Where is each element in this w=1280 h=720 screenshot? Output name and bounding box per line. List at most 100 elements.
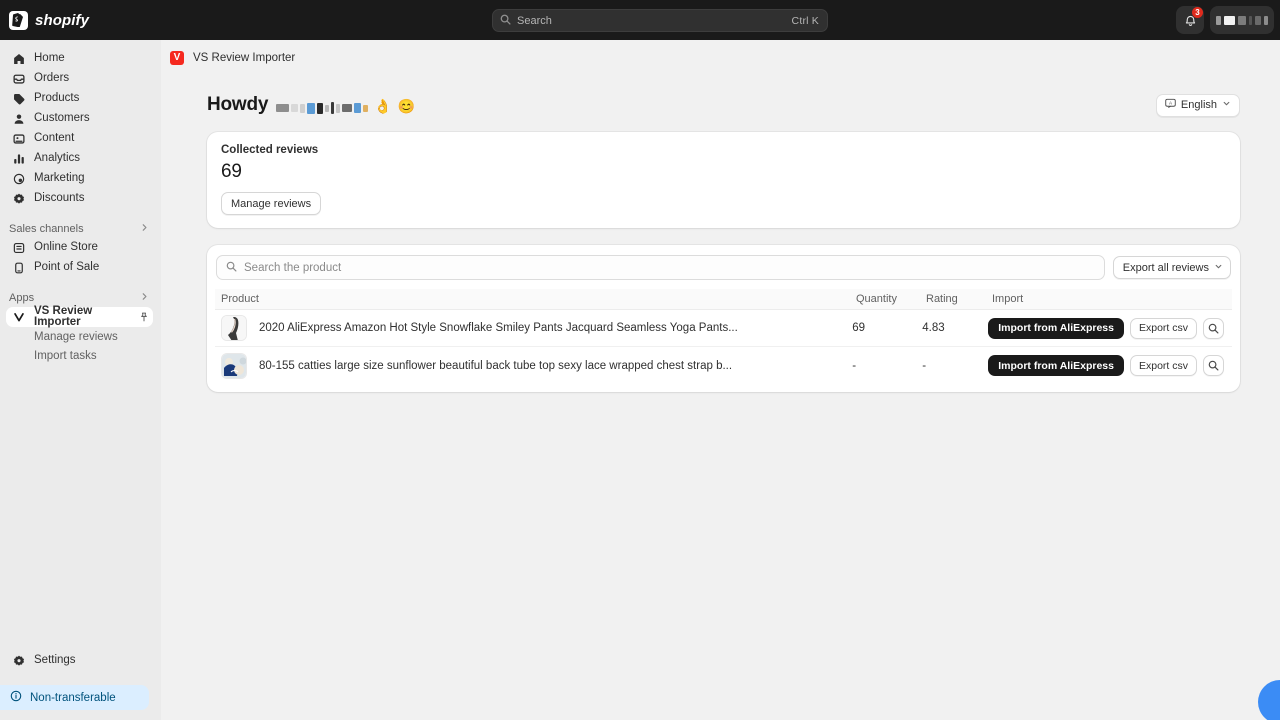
sidebar-item-label: Settings bbox=[34, 654, 76, 667]
sidebar-item-label: VS Review Importer bbox=[34, 304, 93, 328]
non-transferable-label: Non-transferable bbox=[30, 691, 116, 704]
sidebar-item-marketing[interactable]: Marketing bbox=[6, 169, 153, 189]
export-csv-button[interactable]: Export csv bbox=[1129, 317, 1197, 339]
row-actions: Import from AliExpress Export csv bbox=[988, 317, 1224, 339]
sidebar-item-label: Analytics bbox=[34, 152, 81, 165]
sidebar-section-sales-channels[interactable]: Sales channels bbox=[9, 223, 149, 235]
sidebar-item-label: Customers bbox=[34, 112, 90, 125]
vs-review-importer-app-icon: V bbox=[170, 50, 184, 65]
language-label: English bbox=[1180, 99, 1217, 111]
page-body: Howdy 👌 😊 A English Collected reviews 69… bbox=[161, 92, 1280, 392]
product-rating: 4.83 bbox=[922, 322, 945, 334]
sidebar-item-analytics[interactable]: Analytics bbox=[6, 149, 153, 169]
sidebar-item-settings[interactable]: Settings bbox=[6, 651, 153, 671]
product-rating: - bbox=[922, 359, 927, 372]
chevron-right-icon bbox=[140, 223, 149, 235]
pin-icon[interactable] bbox=[139, 312, 149, 322]
chat-bubble-icon[interactable] bbox=[1258, 680, 1280, 720]
product-title: 80-155 catties large size sunflower beau… bbox=[259, 359, 733, 372]
breadcrumb-label: VS Review Importer bbox=[193, 51, 296, 64]
shopify-brand[interactable]: shopify bbox=[0, 10, 200, 30]
store-user-chip[interactable] bbox=[1210, 6, 1274, 34]
sidebar-item-point-of-sale[interactable]: Point of Sale bbox=[6, 258, 153, 278]
content-icon bbox=[12, 133, 26, 145]
sidebar-item-customers[interactable]: Customers bbox=[6, 109, 153, 129]
sidebar-item-label: Marketing bbox=[34, 172, 85, 185]
greeting-text: Howdy bbox=[207, 94, 269, 115]
notification-count-badge: 3 bbox=[1192, 7, 1203, 18]
chevron-down-icon bbox=[1214, 262, 1223, 274]
page-title: Howdy 👌 😊 bbox=[207, 94, 415, 116]
column-header-rating: Rating bbox=[926, 293, 958, 305]
product-quantity: - bbox=[852, 359, 857, 372]
sidebar-subitem-import-tasks[interactable]: Import tasks bbox=[6, 346, 153, 365]
gear-icon bbox=[12, 655, 26, 667]
yoga-pants-thumbnail bbox=[221, 315, 247, 341]
point-of-sale-icon bbox=[12, 262, 26, 274]
sidebar-item-products[interactable]: Products bbox=[6, 89, 153, 109]
online-store-icon bbox=[12, 242, 26, 254]
chest-strap-thumbnail bbox=[221, 352, 247, 379]
sidebar-section-title: Sales channels bbox=[9, 223, 84, 235]
product-title: 2020 AliExpress Amazon Hot Style Snowfla… bbox=[259, 322, 738, 334]
sidebar-item-orders[interactable]: Orders bbox=[6, 69, 153, 89]
shopify-wordmark: shopify bbox=[35, 11, 90, 29]
table-row[interactable]: 80-155 catties large size sunflower beau… bbox=[215, 347, 1232, 384]
emoji-smile: 😊 bbox=[397, 98, 415, 114]
chevron-right-icon bbox=[140, 292, 149, 304]
sidebar-section-title: Apps bbox=[9, 292, 35, 304]
language-selector[interactable]: A English bbox=[1155, 93, 1240, 117]
info-circle-icon bbox=[10, 690, 22, 705]
sidebar-item-label: Online Store bbox=[34, 241, 98, 254]
global-search[interactable]: Search Ctrl K bbox=[492, 9, 828, 32]
products-tag-icon bbox=[12, 93, 26, 105]
export-all-reviews-button[interactable]: Export all reviews bbox=[1112, 256, 1231, 279]
sidebar-subitem-label: Import tasks bbox=[34, 349, 97, 362]
main-content: V VS Review Importer Howdy 👌 😊 A English… bbox=[161, 40, 1280, 720]
table-header-row: Product Quantity Rating Import bbox=[215, 289, 1232, 310]
sidebar-item-label: Orders bbox=[34, 72, 70, 85]
manage-reviews-button[interactable]: Manage reviews bbox=[221, 192, 322, 215]
product-search-input[interactable]: Search the product bbox=[216, 255, 1105, 280]
table-toolbar: Search the product Export all reviews bbox=[215, 255, 1232, 280]
non-transferable-notice[interactable]: Non-transferable bbox=[0, 685, 149, 710]
preview-search-button[interactable] bbox=[1203, 355, 1224, 376]
column-header-product: Product bbox=[221, 293, 259, 305]
sidebar-item-home[interactable]: Home bbox=[6, 49, 153, 69]
notifications-button[interactable]: 3 bbox=[1176, 6, 1204, 34]
export-csv-button[interactable]: Export csv bbox=[1129, 355, 1197, 376]
sidebar-item-vs-review-importer[interactable]: VS Review Importer bbox=[6, 304, 153, 328]
sidebar-subitem-manage-reviews[interactable]: Manage reviews bbox=[6, 327, 153, 346]
search-icon bbox=[500, 12, 511, 30]
search-icon bbox=[226, 259, 237, 277]
sidebar-bottom: Settings Non-transferable bbox=[0, 651, 161, 720]
preview-search-button[interactable] bbox=[1203, 317, 1224, 339]
import-from-aliexpress-button[interactable]: Import from AliExpress bbox=[988, 355, 1124, 376]
top-bar-actions: 3 bbox=[1176, 0, 1274, 40]
sidebar-section-apps[interactable]: Apps bbox=[9, 292, 149, 304]
greeting-row: Howdy 👌 😊 A English bbox=[207, 92, 1240, 118]
language-icon: A bbox=[1165, 98, 1176, 112]
sidebar-item-content[interactable]: Content bbox=[6, 129, 153, 149]
breadcrumb: V VS Review Importer bbox=[161, 40, 1280, 68]
row-actions: Import from AliExpress Export csv bbox=[988, 355, 1224, 376]
sidebar-item-label: Products bbox=[34, 92, 80, 105]
redacted-store-name bbox=[276, 102, 369, 114]
home-icon bbox=[12, 53, 26, 65]
collected-reviews-value: 69 bbox=[221, 161, 242, 182]
column-header-import: Import bbox=[992, 293, 1024, 305]
marketing-megaphone-icon bbox=[12, 173, 26, 185]
search-placeholder: Search bbox=[517, 14, 552, 27]
analytics-bars-icon bbox=[12, 153, 26, 165]
import-from-aliexpress-button[interactable]: Import from AliExpress bbox=[988, 317, 1124, 339]
product-quantity: 69 bbox=[852, 322, 866, 334]
table-row[interactable]: 2020 AliExpress Amazon Hot Style Snowfla… bbox=[215, 310, 1232, 347]
shopify-bag-icon bbox=[9, 10, 28, 30]
products-table-card: Search the product Export all reviews Pr… bbox=[207, 245, 1240, 392]
sidebar-item-discounts[interactable]: Discounts bbox=[6, 189, 153, 209]
product-cell: 80-155 catties large size sunflower beau… bbox=[221, 352, 852, 379]
collected-reviews-label: Collected reviews bbox=[221, 144, 319, 156]
sidebar-item-online-store[interactable]: Online Store bbox=[6, 238, 153, 258]
top-bar: shopify Search Ctrl K 3 bbox=[0, 0, 1280, 40]
sidebar-item-label: Home bbox=[34, 52, 65, 65]
